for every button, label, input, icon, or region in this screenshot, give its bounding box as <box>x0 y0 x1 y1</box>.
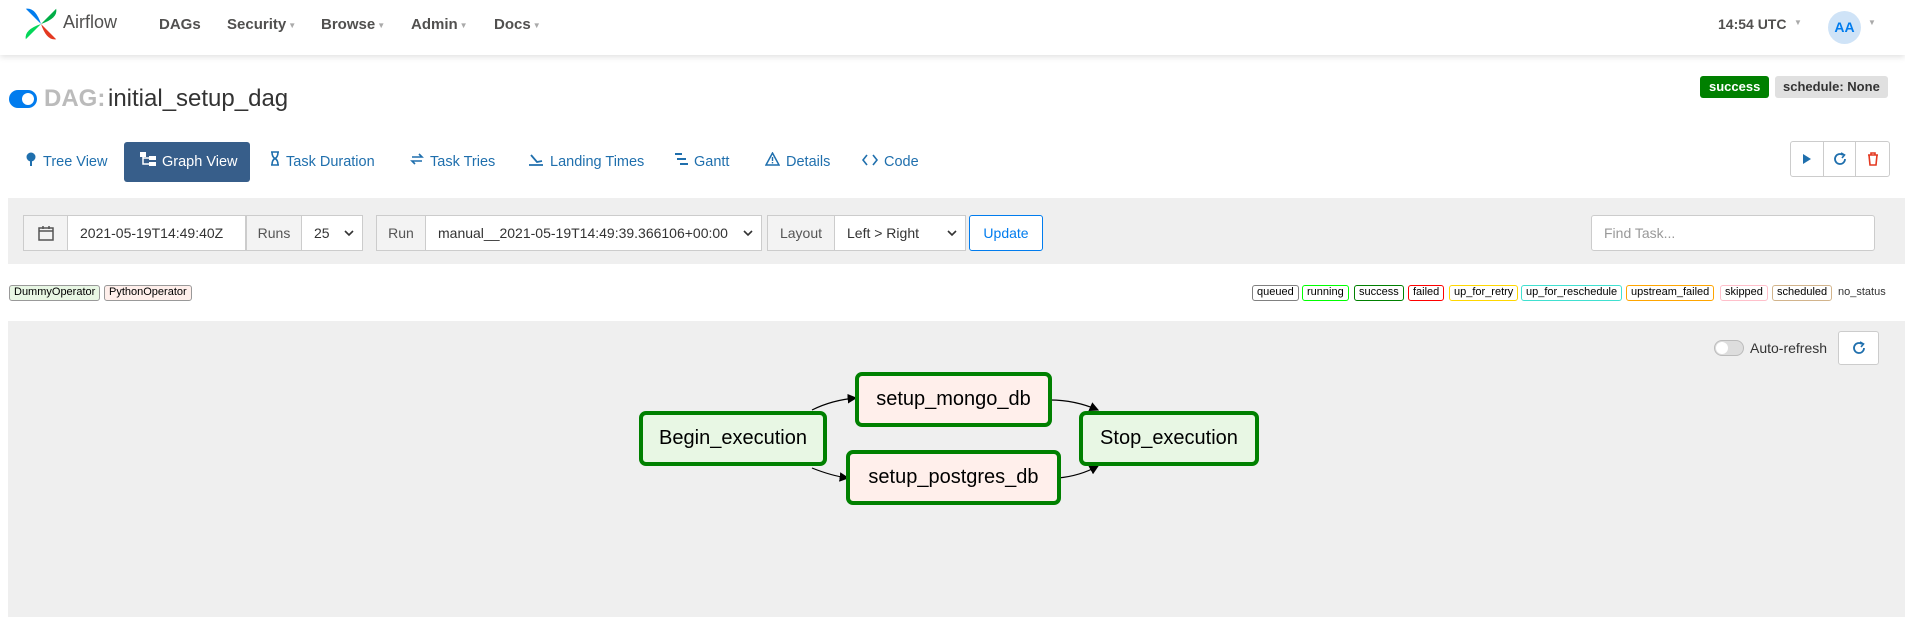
chevron-down-icon: ▼ <box>377 20 386 30</box>
nav-browse[interactable]: Browse ▼ <box>321 16 385 33</box>
brand-name[interactable]: Airflow <box>63 12 117 33</box>
graph-edges <box>811 393 1100 482</box>
user-avatar[interactable]: AA <box>1828 11 1861 44</box>
task-node-setup-mongo-db[interactable]: setup_mongo_db <box>855 372 1052 427</box>
edge-mongo-stop <box>1049 399 1100 412</box>
task-node-label: Stop_execution <box>1100 427 1238 449</box>
nav-docs[interactable]: Docs ▼ <box>494 16 541 33</box>
task-node-begin-execution[interactable]: Begin_execution <box>639 411 827 466</box>
nav-browse-label[interactable]: Browse <box>321 16 375 33</box>
edge-begin-postgres <box>811 467 850 482</box>
chevron-down-icon: ▼ <box>459 20 468 30</box>
nav-admin[interactable]: Admin ▼ <box>411 16 468 33</box>
nav-docs-label[interactable]: Docs <box>494 16 531 33</box>
edge-begin-mongo <box>811 393 858 411</box>
edge-postgres-stop <box>1057 465 1100 479</box>
airflow-logo-icon[interactable] <box>22 5 60 43</box>
task-node-label: setup_postgres_db <box>868 466 1039 488</box>
chevron-down-icon[interactable]: ▼ <box>1868 18 1876 27</box>
chevron-down-icon[interactable]: ▼ <box>1794 18 1802 27</box>
top-navbar: Airflow DAGs Security ▼ Browse ▼ Admin ▼ Do… <box>0 0 1905 55</box>
task-node-setup-postgres-db[interactable]: setup_postgres_db <box>846 450 1061 505</box>
task-node-label: setup_mongo_db <box>876 388 1031 410</box>
nav-dags-label[interactable]: DAGs <box>159 16 201 33</box>
nav-security-label[interactable]: Security <box>227 16 286 33</box>
chevron-down-icon: ▼ <box>288 20 297 30</box>
nav-security[interactable]: Security ▼ <box>227 16 296 33</box>
task-node-stop-execution[interactable]: Stop_execution <box>1079 411 1259 466</box>
task-node-label: Begin_execution <box>659 427 807 449</box>
nav-admin-label[interactable]: Admin <box>411 16 458 33</box>
utc-clock[interactable]: 14:54 UTC <box>1718 16 1786 32</box>
chevron-down-icon: ▼ <box>532 20 541 30</box>
nav-dags[interactable]: DAGs <box>159 16 201 33</box>
